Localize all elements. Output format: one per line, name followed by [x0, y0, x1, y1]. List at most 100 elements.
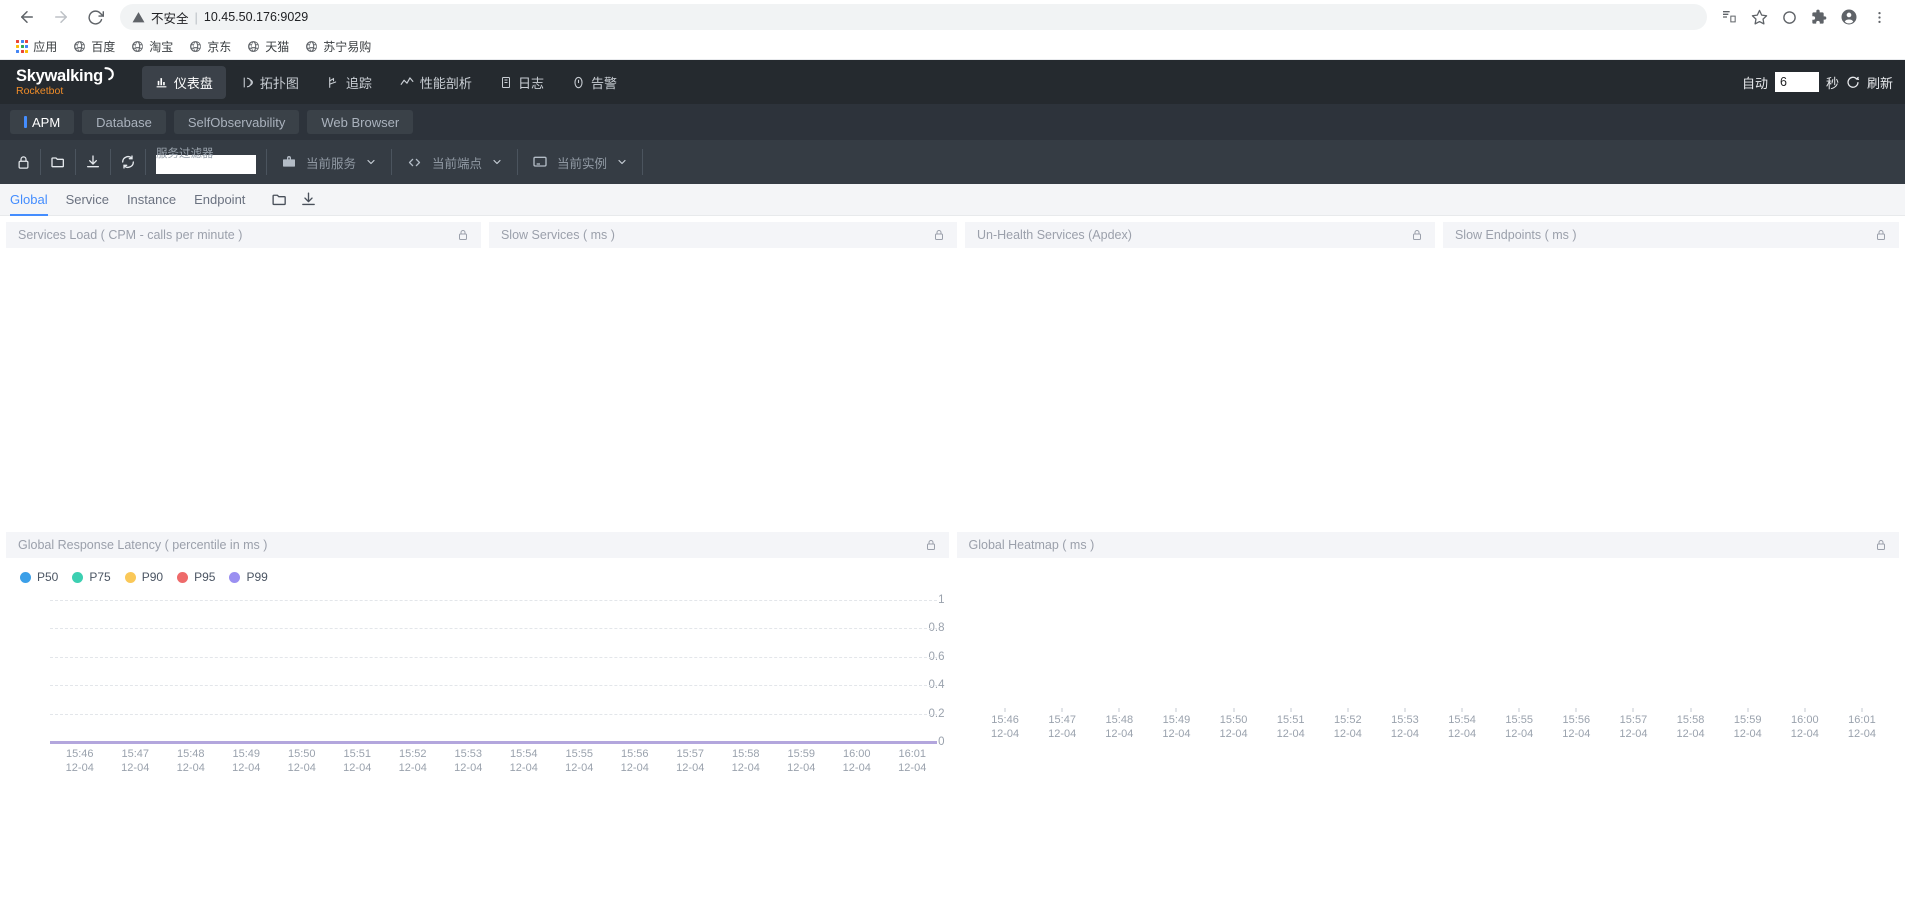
widget-title: Services Load ( CPM - calls per minute ): [18, 228, 243, 242]
lock-icon[interactable]: [1411, 229, 1423, 241]
globe-icon: [189, 40, 202, 53]
address-bar[interactable]: 不安全 | 10.45.50.176:9029: [120, 4, 1707, 30]
x-axis-tick-label: 15:59 12-04: [787, 748, 816, 774]
refresh-label[interactable]: 刷新: [1867, 73, 1893, 92]
widget-header: Slow Endpoints ( ms ): [1442, 222, 1899, 248]
selector-label: 当前实例: [557, 156, 608, 171]
translate-icon[interactable]: [1715, 3, 1743, 31]
instance-monitor-icon: [532, 154, 548, 170]
refresh-interval-input[interactable]: [1774, 72, 1819, 92]
tab-web-browser[interactable]: Web Browser: [307, 110, 414, 134]
current-service-selector[interactable]: 当前服务: [267, 140, 391, 184]
widget-title: Slow Services ( ms ): [500, 228, 615, 242]
bookmark-tmall[interactable]: 天猫: [240, 35, 296, 58]
nav-item-trace[interactable]: 追踪: [314, 66, 385, 99]
lock-icon[interactable]: [1875, 539, 1887, 551]
globe-icon: [247, 40, 260, 53]
bookmark-baidu[interactable]: 百度: [66, 35, 122, 58]
refresh-icon[interactable]: [1846, 75, 1860, 89]
lock-icon[interactable]: [933, 229, 945, 241]
x-axis-tick-label: 15:53 12-04: [454, 748, 483, 774]
lock-icon[interactable]: [6, 140, 40, 184]
global-heatmap-chart[interactable]: 15:46 12-04 15:47 12-04 15:48 12-04 15:49 12-04…: [957, 558, 1900, 798]
subtab-global[interactable]: Global: [10, 184, 48, 216]
kebab-menu-icon[interactable]: [1865, 3, 1893, 31]
widget-unhealth-services: Un-Health Services (Apdex): [964, 222, 1435, 520]
chevron-down-icon: [365, 156, 377, 168]
x-axis-tick-label: 15:56 12-04: [1562, 714, 1591, 740]
sync-icon[interactable]: [111, 140, 145, 184]
legend-color-swatch: [72, 571, 84, 583]
grid-line: [50, 713, 937, 715]
subtab-endpoint[interactable]: Endpoint: [194, 184, 245, 216]
lock-icon[interactable]: [1875, 229, 1887, 241]
current-instance-selector[interactable]: 当前实例: [518, 140, 642, 184]
legend-item-p95[interactable]: P95: [177, 570, 215, 584]
dashboard-scope-tabs: Global Service Instance Endpoint: [0, 184, 1905, 216]
legend-item-p50[interactable]: P50: [20, 570, 58, 584]
nav-item-alarm[interactable]: 告警: [559, 66, 630, 99]
reload-icon[interactable]: [80, 2, 110, 32]
tab-label: Web Browser: [321, 114, 400, 130]
bookmark-suning[interactable]: 苏宁易购: [298, 35, 378, 58]
subtab-label: Instance: [126, 192, 177, 207]
lock-icon[interactable]: [925, 539, 937, 551]
extensions-puzzle-icon[interactable]: [1805, 3, 1833, 31]
circle-icon[interactable]: [1775, 3, 1803, 31]
x-axis-tick-mark: [1632, 708, 1634, 712]
legend-color-swatch: [20, 571, 31, 583]
bookmark-apps[interactable]: 应用: [9, 35, 64, 58]
tab-apm[interactable]: APM: [10, 110, 75, 134]
apps-grid-icon: [16, 40, 29, 53]
subtab-label: Service: [65, 192, 109, 207]
nav-item-topology[interactable]: 拓扑图: [228, 66, 312, 99]
x-axis-tick-label: 16:00 12-04: [842, 748, 871, 774]
download-icon[interactable]: [300, 191, 317, 208]
download-icon[interactable]: [76, 140, 110, 184]
auto-label: 自动: [1741, 75, 1768, 91]
zero-value-series-line: [50, 741, 937, 744]
bookmark-jd[interactable]: 京东: [182, 35, 238, 58]
bookmark-taobao[interactable]: 淘宝: [124, 35, 180, 58]
nav-item-log[interactable]: 日志: [487, 66, 557, 99]
subtab-label: Endpoint: [194, 192, 246, 207]
current-endpoint-selector[interactable]: 当前端点: [392, 140, 517, 184]
nav-item-dashboard[interactable]: 仪表盘: [141, 65, 226, 99]
legend-color-swatch: [229, 571, 241, 583]
browser-chrome: 不安全 | 10.45.50.176:9029 应用 百度 淘宝 京东 天猫 苏…: [0, 0, 1905, 60]
x-axis-tick-label: 15:59 12-04: [1733, 714, 1762, 740]
selector-label: 当前端点: [432, 156, 483, 171]
back-arrow-icon[interactable]: [12, 2, 42, 32]
x-axis-tick-label: 15:54 12-04: [1447, 714, 1477, 740]
tab-database[interactable]: Database: [82, 110, 166, 134]
x-axis-tick-label: 15:57 12-04: [1619, 714, 1648, 740]
not-secure-warning-icon: [132, 11, 145, 24]
widget-services-load: Services Load ( CPM - calls per minute ): [6, 222, 481, 520]
x-axis-tick-label: 15:51 12-04: [343, 748, 372, 774]
x-axis-tick-label: 15:47 12-04: [1048, 714, 1077, 740]
nav-item-profiling[interactable]: 性能剖析: [387, 66, 485, 99]
bookmark-star-icon[interactable]: [1745, 3, 1773, 31]
lock-icon[interactable]: [457, 229, 469, 241]
bookmark-label: 淘宝: [149, 40, 174, 54]
latency-line-chart[interactable]: 0 0.2 0.4 0.6 0.8 1 15:46 12-04 15:47 12-04 15:48 1…: [6, 592, 949, 792]
legend-item-p99[interactable]: P99: [229, 570, 268, 584]
forward-arrow-icon[interactable]: [46, 2, 76, 32]
folder-icon[interactable]: [41, 140, 75, 184]
subtab-service[interactable]: Service: [66, 184, 109, 216]
tab-selfobservability[interactable]: SelfObservability: [173, 110, 300, 134]
url-text: 10.45.50.176:9029: [203, 10, 309, 24]
x-axis-tick-label: 15:55 12-04: [565, 748, 594, 774]
legend-item-p75[interactable]: P75: [72, 570, 111, 584]
folder-icon[interactable]: [271, 191, 288, 208]
legend-item-p90[interactable]: P90: [124, 570, 163, 584]
logo-text: Skywalking: [16, 66, 103, 85]
widget-body: [489, 248, 957, 520]
subtab-instance[interactable]: Instance: [127, 184, 176, 216]
x-axis-tick-label: 15:46 12-04: [990, 714, 1020, 740]
skywalking-logo[interactable]: Skywalking Rocketbot: [8, 66, 130, 97]
profile-avatar-icon[interactable]: [1835, 3, 1863, 31]
x-axis-tick-mark: [1518, 708, 1520, 712]
x-axis-tick-label: 15:54 12-04: [509, 748, 538, 774]
nav-label: 告警: [590, 75, 617, 91]
